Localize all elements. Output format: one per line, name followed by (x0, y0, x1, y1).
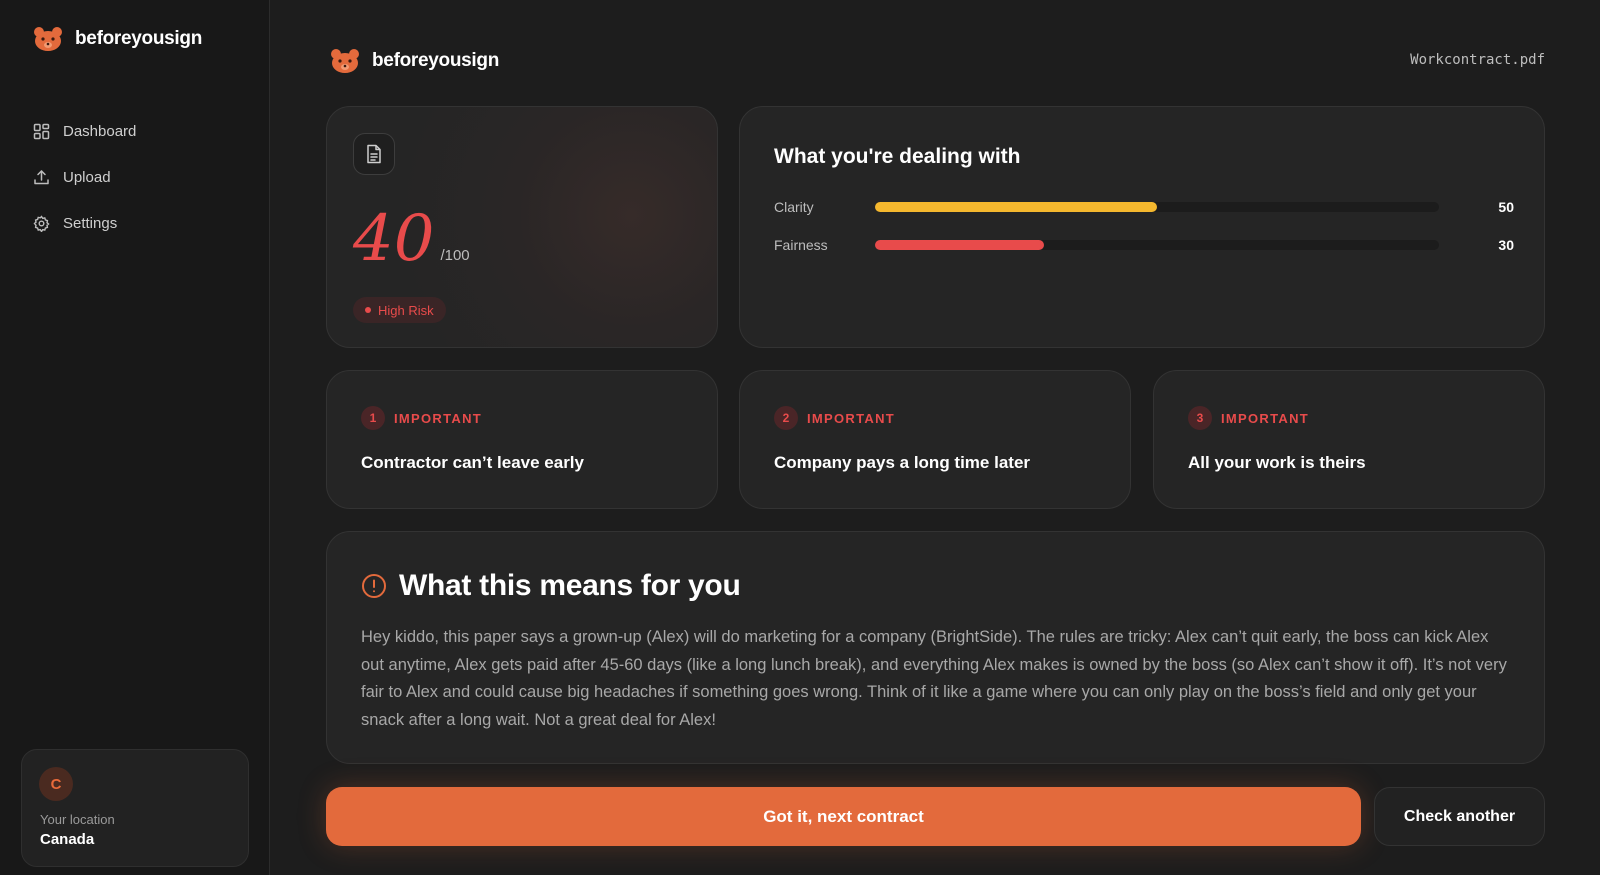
summary-card: What this means for you Hey kiddo, this … (326, 531, 1545, 764)
metric-track (875, 202, 1439, 212)
issue-card-3[interactable]: 3 IMPORTANT All your work is theirs (1153, 370, 1545, 509)
sidebar: beforeyousign Dashboard Upload Settings … (0, 0, 270, 875)
bear-face-icon (331, 49, 359, 73)
location-value: Canada (40, 831, 95, 848)
avatar: C (39, 767, 73, 801)
location-card[interactable]: C Your location Canada (21, 749, 249, 867)
gear-icon (33, 214, 50, 232)
issue-header: 3 IMPORTANT (1188, 406, 1309, 430)
metric-fill (875, 240, 1045, 250)
issue-card-1[interactable]: 1 IMPORTANT Contractor can’t leave early (326, 370, 718, 509)
status-badge: High Risk (353, 297, 446, 323)
sidebar-item-settings[interactable]: Settings (33, 200, 253, 246)
dealing-card: What you're dealing with Clarity 50 Fair… (739, 106, 1545, 348)
header-brand[interactable]: beforeyousign (330, 48, 499, 74)
metric-clarity: Clarity 50 (774, 197, 1514, 217)
sidebar-nav: Dashboard Upload Settings (33, 108, 253, 246)
summary-title: What this means for you (399, 569, 741, 602)
issue-number: 3 (1188, 406, 1212, 430)
issue-tag: IMPORTANT (1221, 410, 1310, 426)
sidebar-item-label: Dashboard (63, 122, 137, 140)
upload-icon (34, 169, 49, 184)
summary-header: What this means for you (361, 569, 741, 603)
sidebar-item-label: Upload (63, 168, 111, 186)
dealing-title: What you're dealing with (774, 145, 1021, 168)
score-value: 40 (353, 202, 435, 276)
sidebar-item-upload[interactable]: Upload (33, 154, 253, 200)
grid-icon (33, 123, 50, 139)
check-another-button[interactable]: Check another (1374, 787, 1545, 846)
summary-body: Hey kiddo, this paper says a grown-up (A… (361, 628, 1507, 729)
location-label: Your location (40, 812, 115, 827)
sidebar-item-label: Settings (63, 214, 118, 232)
issue-header: 1 IMPORTANT (361, 406, 482, 430)
risk-label: High Risk (378, 302, 434, 318)
file-name: Workcontract.pdf (1410, 52, 1545, 68)
score-card: 40 /100 High Risk (326, 106, 718, 348)
issue-number: 1 (361, 406, 385, 430)
metric-label: Clarity (774, 199, 814, 215)
alert-circle-icon (362, 574, 386, 598)
metric-fill (875, 202, 1157, 212)
metric-fairness: Fairness 30 (774, 235, 1514, 255)
issue-header: 2 IMPORTANT (774, 406, 895, 430)
document-icon (353, 133, 395, 175)
issue-number: 2 (774, 406, 798, 430)
metric-value: 30 (1498, 237, 1514, 253)
issue-text: All your work is theirs (1188, 453, 1366, 472)
issue-text: Company pays a long time later (774, 453, 1031, 472)
sidebar-brand[interactable]: beforeyousign (33, 26, 202, 52)
metric-label: Fairness (774, 237, 828, 253)
score: 40 /100 (353, 207, 470, 271)
brand-name: beforeyousign (75, 28, 203, 49)
sidebar-item-dashboard[interactable]: Dashboard (33, 108, 253, 154)
next-contract-button[interactable]: Got it, next contract (326, 787, 1361, 846)
issue-text: Contractor can’t leave early (361, 453, 584, 472)
issue-tag: IMPORTANT (807, 410, 896, 426)
bear-face-icon (34, 27, 62, 51)
brand-name: beforeyousign (372, 50, 500, 71)
metric-track (875, 240, 1439, 250)
metric-value: 50 (1498, 199, 1514, 215)
status-dot (365, 307, 371, 313)
issue-tag: IMPORTANT (394, 410, 483, 426)
score-max: /100 (440, 247, 470, 264)
issue-card-2[interactable]: 2 IMPORTANT Company pays a long time lat… (739, 370, 1131, 509)
